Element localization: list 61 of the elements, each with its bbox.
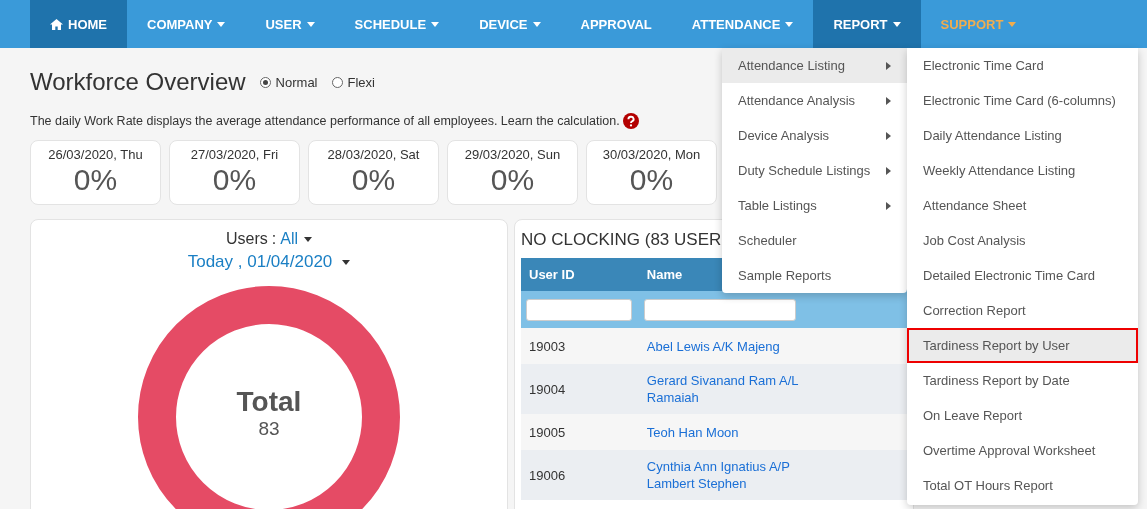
home-icon — [50, 18, 63, 30]
card-date: 30/03/2020, Mon — [602, 147, 701, 162]
work-rate-value: 0% — [73, 162, 118, 198]
user-id-cell: 19003 — [521, 328, 639, 364]
menu-item[interactable]: Detailed Electronic Time Card — [907, 258, 1138, 293]
menu-item[interactable]: Sample Reports — [722, 258, 907, 293]
filter-field[interactable] — [643, 298, 796, 321]
caret-icon — [1008, 21, 1017, 27]
card-date: 28/03/2020, Sat — [327, 147, 420, 162]
menu-item[interactable]: Device Analysis — [722, 118, 907, 153]
menu-item[interactable]: Overtime Approval Worksheet — [907, 433, 1138, 468]
user-id-cell: 19005 — [521, 414, 639, 450]
caret-icon — [304, 236, 312, 242]
user-id-cell: 19004 — [521, 364, 639, 414]
mode-radio[interactable]: Flexi — [331, 74, 375, 90]
menu-item[interactable]: Job Cost Analysis — [907, 223, 1138, 258]
caret-icon — [892, 21, 901, 27]
filter-field[interactable] — [526, 298, 632, 321]
work-rate-value: 0% — [490, 162, 535, 198]
menu-item[interactable]: Total OT Hours Report — [907, 468, 1138, 503]
work-rate-value: 0% — [629, 162, 674, 198]
caret-icon — [431, 21, 440, 27]
menu-item[interactable]: Electronic Time Card (6-columns) — [907, 83, 1138, 118]
column-header: User ID — [521, 258, 639, 291]
menu-item[interactable]: Table Listings — [722, 188, 907, 223]
work-rate-value: 0% — [212, 162, 257, 198]
menu-item[interactable]: Electronic Time Card — [907, 48, 1138, 83]
card-date: 29/03/2020, Sun — [464, 147, 561, 162]
help-icon[interactable] — [622, 113, 639, 129]
caret-icon — [342, 259, 351, 265]
user-id-cell: 19006 — [521, 450, 639, 500]
total-label: Total — [236, 386, 302, 418]
description-text: The daily Work Rate displays the average attendance performance of all employees. Learn the calculation. — [30, 114, 620, 128]
menu-item[interactable]: Attendance Sheet — [907, 188, 1138, 223]
users-dropdown[interactable]: All — [280, 230, 312, 248]
menu-item[interactable]: Tardiness Report by Date — [907, 363, 1138, 398]
work-rate-value: 0% — [351, 162, 396, 198]
menu-item[interactable]: Duty Schedule Listings — [722, 153, 907, 188]
card-date: 27/03/2020, Fri — [190, 147, 279, 162]
menu-item[interactable]: Weekly Attendance Listing — [907, 153, 1138, 188]
users-label: Users — [226, 230, 268, 248]
page-title: Workforce Overview — [30, 68, 246, 96]
menu-item[interactable]: Attendance Listing — [722, 48, 907, 83]
card-date: 26/03/2020, Thu — [48, 147, 143, 162]
caret-icon — [532, 21, 541, 27]
nav-tab[interactable]: HOME — [30, 0, 127, 48]
panel-title: NO CLOCKING (83 USER — [521, 230, 722, 250]
caret-icon — [306, 21, 315, 27]
menu-item[interactable]: Tardiness Report by User — [907, 328, 1138, 363]
menu-item[interactable]: Daily Attendance Listing — [907, 118, 1138, 153]
caret-icon — [217, 21, 226, 27]
mode-radio[interactable]: Normal — [259, 74, 318, 90]
menu-item[interactable]: Correction Report — [907, 293, 1138, 328]
caret-icon — [785, 21, 794, 27]
date-dropdown[interactable]: Today , 01/04/2020 — [187, 252, 351, 272]
menu-item[interactable]: Scheduler — [722, 223, 907, 258]
total-value: 83 — [258, 418, 280, 440]
menu-item[interactable]: On Leave Report — [907, 398, 1138, 433]
menu-item[interactable]: Attendance Analysis — [722, 83, 907, 118]
users-separator: : — [271, 230, 277, 248]
nav-tab[interactable]: REPORT — [813, 0, 921, 48]
